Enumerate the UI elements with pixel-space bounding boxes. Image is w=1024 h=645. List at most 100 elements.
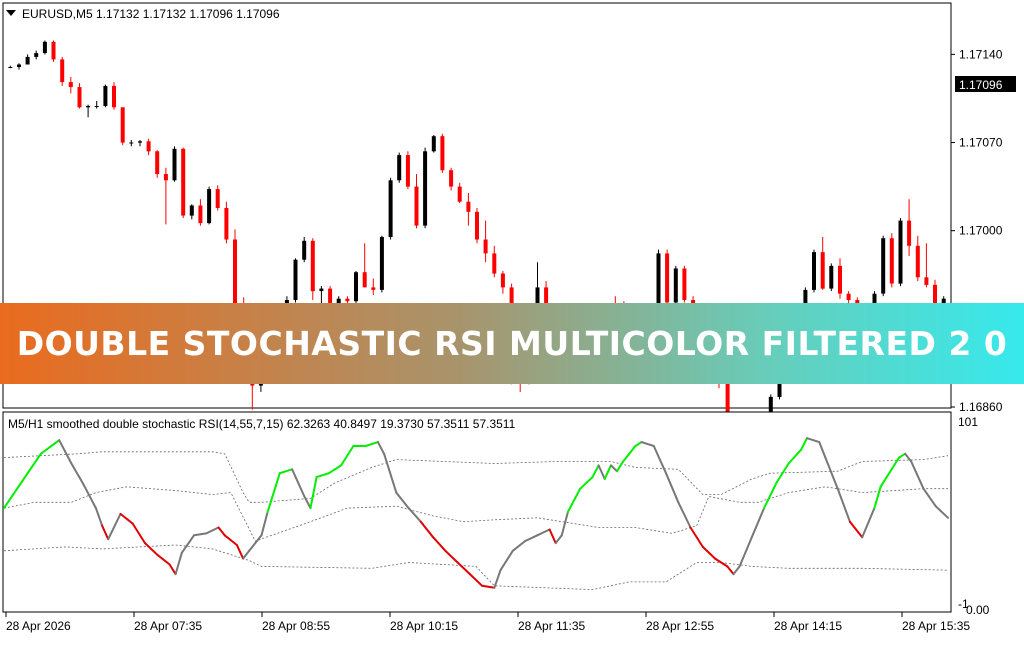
candle-body bbox=[51, 41, 56, 60]
candle-body bbox=[17, 64, 21, 67]
candle-body bbox=[215, 189, 220, 208]
title-banner: DOUBLE STOCHASTIC RSI MULTICOLOR FILTERE… bbox=[0, 303, 1024, 384]
candle-body bbox=[319, 288, 324, 292]
candle bbox=[112, 82, 116, 110]
candle-body bbox=[77, 87, 82, 108]
candle-body bbox=[198, 205, 203, 224]
candle-body bbox=[898, 220, 903, 284]
candle-body bbox=[42, 41, 47, 54]
time-tick-label: 28 Apr 10:15 bbox=[390, 619, 458, 633]
price-tick-label: 1.17140 bbox=[959, 47, 1003, 61]
candle-body bbox=[846, 293, 851, 300]
candle bbox=[812, 249, 816, 293]
candle-body bbox=[146, 141, 151, 152]
chart-symbol-title: EURUSD,M5 1.17132 1.17132 1.17096 1.1709… bbox=[22, 7, 280, 21]
candle-body bbox=[466, 201, 471, 212]
candle-body bbox=[881, 238, 886, 294]
candle-body bbox=[682, 268, 687, 300]
candle-body bbox=[820, 252, 825, 289]
candle-body bbox=[310, 240, 315, 292]
candle-body bbox=[345, 298, 350, 302]
candle bbox=[889, 233, 894, 288]
candle-body bbox=[388, 180, 393, 237]
indicator-title: M5/H1 smoothed double stochastic RSI(14,… bbox=[8, 417, 516, 431]
candle-body bbox=[673, 268, 678, 303]
candle bbox=[397, 152, 402, 183]
candle-body bbox=[224, 208, 229, 240]
candle-body bbox=[94, 106, 99, 107]
candle bbox=[172, 146, 177, 182]
candle bbox=[379, 235, 384, 293]
candle-body bbox=[362, 272, 367, 288]
candle-body bbox=[8, 67, 13, 68]
time-tick-label: 28 Apr 15:35 bbox=[902, 619, 970, 633]
candle-body bbox=[86, 106, 91, 108]
candle-body bbox=[163, 174, 168, 181]
candle-body bbox=[25, 56, 30, 65]
candle bbox=[181, 147, 186, 219]
candle bbox=[354, 271, 358, 304]
candle bbox=[42, 40, 47, 55]
candle bbox=[388, 177, 393, 240]
candle-body bbox=[293, 259, 298, 300]
candle bbox=[898, 218, 903, 287]
time-tick-label: 28 Apr 11:35 bbox=[518, 619, 585, 633]
candle-body bbox=[449, 170, 454, 187]
candle-body bbox=[405, 155, 410, 187]
candle-body bbox=[103, 85, 108, 106]
candle bbox=[405, 151, 410, 190]
candle-body bbox=[475, 211, 479, 240]
price-tick-label: 1.17000 bbox=[959, 224, 1003, 238]
candle-body bbox=[155, 151, 160, 174]
candle-body bbox=[812, 252, 816, 290]
candle-body bbox=[440, 136, 445, 171]
candle bbox=[120, 107, 125, 146]
candle-body bbox=[172, 148, 177, 181]
candle-body bbox=[483, 239, 488, 254]
candle bbox=[103, 84, 108, 108]
price-tick-label: 1.16860 bbox=[959, 400, 1003, 414]
candle-body bbox=[371, 287, 376, 290]
candle bbox=[673, 265, 678, 304]
candle-body bbox=[138, 141, 142, 143]
candle-body bbox=[60, 59, 65, 83]
indicator-scale-top: 101 bbox=[958, 415, 978, 429]
candle-body bbox=[68, 82, 73, 88]
candle-body bbox=[838, 265, 842, 294]
candle-body bbox=[431, 136, 436, 152]
candle-body bbox=[457, 186, 462, 202]
candle-body bbox=[181, 148, 186, 216]
time-tick-label: 28 Apr 12:55 bbox=[646, 619, 714, 633]
candle-body bbox=[829, 265, 834, 289]
candle-body bbox=[889, 238, 894, 284]
candle-body bbox=[915, 245, 920, 278]
time-axis: 28 Apr 2026 28 Apr 07:35 28 Apr 08:55 28 Ap… bbox=[5, 612, 970, 633]
candle-body bbox=[129, 142, 134, 144]
candle bbox=[207, 186, 212, 225]
candle-body bbox=[665, 253, 670, 303]
candle bbox=[51, 40, 56, 62]
candle-body bbox=[379, 237, 384, 290]
candle bbox=[881, 235, 886, 297]
candle-body bbox=[189, 205, 194, 216]
candle-body bbox=[302, 240, 307, 260]
candle bbox=[665, 249, 670, 307]
candle bbox=[440, 133, 445, 173]
candle-body bbox=[924, 277, 929, 285]
candle-body bbox=[354, 272, 358, 302]
time-tick-label: 28 Apr 08:55 bbox=[262, 619, 330, 633]
indicator-scale-bottom-extra: 0.00 bbox=[966, 603, 990, 617]
candle-body bbox=[414, 186, 419, 226]
price-tick-label: 1.17070 bbox=[959, 136, 1003, 150]
time-tick-label: 28 Apr 07:35 bbox=[134, 619, 202, 633]
candle bbox=[431, 135, 436, 153]
candle-body bbox=[207, 189, 212, 224]
metatrader-chart-window[interactable]: 1.171401.170701.170001.169301.16860 EURU… bbox=[0, 0, 1024, 640]
time-tick-label: 28 Apr 2026 bbox=[6, 619, 71, 633]
candle-body bbox=[397, 155, 402, 181]
candle-body bbox=[492, 253, 497, 274]
candle bbox=[310, 238, 315, 300]
candle-body bbox=[907, 220, 912, 246]
candle bbox=[155, 150, 160, 178]
candle bbox=[293, 258, 298, 303]
